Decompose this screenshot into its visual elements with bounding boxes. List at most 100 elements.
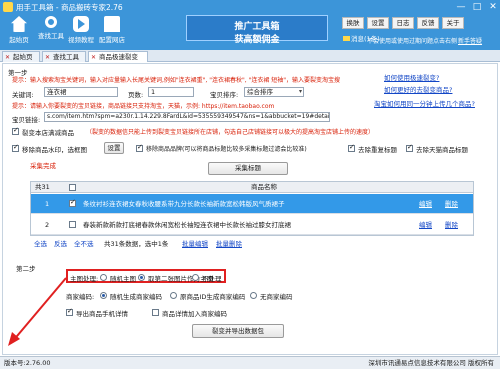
split-own-store-checkbox[interactable] (12, 126, 19, 135)
pages-label: 页数: (128, 91, 144, 99)
pages-input[interactable]: 1 (148, 87, 194, 97)
original-id-code-radio[interactable] (170, 292, 177, 299)
minimize-button[interactable]: — (454, 0, 468, 14)
second-image-main-radio[interactable] (138, 274, 145, 281)
table-row[interactable]: 1 条纹衬衫连衣裙女春秋收腰系带九分长款长袖新款宽松韩版风气质裙子 编辑 删除 (31, 194, 473, 214)
table-row[interactable]: 2 春装新款新款打底裙春款休闲宽松长袖短连衣裙中长款长袖过膝女打底裙 编辑 删除 (31, 215, 473, 235)
no-code-label: 无商家编码 (260, 293, 293, 301)
split-own-store-label: 裂变本店满减商品 (22, 129, 74, 137)
remove-tmall-label: 去除天猫商品标题 (416, 146, 468, 154)
configure-store-button[interactable]: 配置网店 (97, 16, 127, 48)
detail-code-checkbox[interactable] (152, 309, 159, 316)
tab-label: 起始页 (13, 53, 33, 61)
tab-close-icon[interactable]: ✕ (5, 53, 10, 63)
split-export-button[interactable]: 裂变并导出数据包 (192, 324, 284, 338)
banner-subtitle: 获高额佣金 (234, 35, 280, 45)
row-number: 2 (45, 221, 50, 229)
select-all-checkbox[interactable] (69, 184, 76, 191)
remove-brand-label: 移除商品品牌(可以将商品标题比较多采集标题过滤会比较准) (146, 146, 307, 153)
banner-title: 推广工具箱 (234, 22, 280, 32)
skin-button[interactable]: 换肤 (342, 17, 364, 29)
select-none-link[interactable]: 全不选 (74, 238, 94, 248)
collect-status: 采集完成 (30, 162, 56, 170)
dedupe-title-label: 去除重复标题 (358, 146, 397, 154)
home-icon (11, 16, 27, 32)
better-split-link[interactable]: 如何更好的去裂变商品? (384, 84, 452, 94)
no-code-radio[interactable] (250, 292, 257, 299)
product-name[interactable]: 条纹衬衫连衣裙女春秋收腰系带九分长款长袖新款宽松韩版风气质裙子 (83, 198, 383, 210)
selection-summary: 共31条数据，选中1条 (104, 240, 169, 248)
row-checkbox[interactable] (69, 221, 76, 228)
dedupe-title-checkbox[interactable] (348, 143, 355, 152)
edit-link[interactable]: 编辑 (419, 198, 432, 210)
tab-close-icon[interactable]: ✕ (45, 53, 50, 63)
step2-title: 第二步 (16, 265, 36, 273)
find-tools-button[interactable]: 查找工具 (36, 16, 66, 48)
delete-link[interactable]: 删除 (445, 219, 458, 231)
tab-find-tools[interactable]: ✕ 查找工具 (42, 51, 86, 62)
keyword-input[interactable]: 连衣裙 (44, 87, 118, 97)
title-bar: 用手工具箱 - 商品搬砖专家2.76 — □ ✕ (0, 0, 500, 14)
collect-titles-button[interactable]: 采集标题 (208, 162, 288, 175)
url-hint: 提示：请输入你要裂变的宝贝链接，商品链接只支持淘宝，天猫，示例: https:/… (12, 103, 275, 110)
invert-selection-link[interactable]: 反选 (54, 238, 67, 248)
mail-icon (343, 36, 350, 41)
annotation-arrow-icon (8, 277, 67, 346)
sort-select[interactable]: 综合排序 ▾ (244, 87, 304, 97)
configure-store-label: 配置网店 (99, 36, 125, 44)
find-tools-label: 查找工具 (38, 32, 64, 40)
window-title: 用手工具箱 - 商品搬砖专家2.76 (16, 2, 123, 12)
chevron-down-icon: ▾ (298, 88, 302, 95)
how-to-use-link[interactable]: 如何使用极速裂变? (384, 72, 439, 82)
table-header: 共31 商品名称 (31, 182, 473, 193)
tab-start-page[interactable]: ✕ 起始页 (2, 51, 40, 62)
promo-banner[interactable]: 推广工具箱 获高额佣金 (186, 15, 328, 45)
tab-close-icon[interactable]: ✕ (91, 53, 96, 63)
row-count-header: 共31 (35, 183, 50, 191)
about-button[interactable]: 关于 (442, 17, 464, 29)
app-logo-icon (3, 2, 13, 12)
home-button[interactable]: 起始页 (4, 16, 34, 48)
help-notice: 不会使用或使用过期问题点击右侧 (367, 38, 458, 45)
batch-edit-link[interactable]: 批量编辑 (182, 238, 208, 248)
edit-link[interactable]: 编辑 (419, 219, 432, 231)
video-tutorial-button[interactable]: 视频教程 (66, 16, 96, 48)
row-checkbox[interactable] (69, 198, 76, 207)
remove-watermark-checkbox[interactable] (12, 143, 19, 152)
remove-tmall-checkbox[interactable] (406, 143, 413, 152)
tab-label: 商品极速裂变 (99, 53, 138, 61)
delete-link[interactable]: 删除 (445, 198, 458, 210)
remove-brand-checkbox[interactable] (136, 143, 143, 152)
split-own-store-note: （裂变的数据信只能上传到裂变宝贝链接所在店铺，勾选自己店铺链接可以极大的提高淘宝… (86, 129, 375, 136)
feedback-button[interactable]: 反馈 (417, 17, 439, 29)
random-code-radio[interactable] (100, 292, 107, 299)
no-process-radio[interactable] (192, 274, 199, 281)
tab-label: 查找工具 (53, 53, 79, 61)
copyright-label: 深圳市讯通易点信息技术有限公司 版权所有 (368, 359, 494, 367)
batch-delete-link[interactable]: 批量删除 (216, 238, 242, 248)
product-name-header: 商品名称 (251, 183, 277, 191)
no-process-label: 不处理 (202, 275, 222, 283)
detail-code-label: 商品详情加入商家编码 (162, 310, 227, 318)
step1-hint: 提示：输入搜索淘宝关键词，输入对应量输入长尾关键词,例如"连衣裙重", "连衣裙… (12, 77, 341, 84)
watermark-settings-button[interactable]: 设置 (104, 142, 124, 154)
export-mobile-detail-label: 导出商品手机详情 (76, 310, 128, 318)
tab-product-split[interactable]: ✕ 商品极速裂变 (88, 51, 148, 62)
settings-button[interactable]: 设置 (367, 17, 389, 29)
sort-label: 宝贝排序: (210, 91, 239, 99)
random-main-image-label: 随机主图 (110, 275, 136, 283)
product-name[interactable]: 春装新款新款打底裙春款休闲宽松长袖短连衣裙中长款长袖过膝女打底裙 (83, 219, 383, 231)
search-icon (45, 16, 57, 28)
remove-watermark-label: 移除商品水印，选框图 (22, 146, 87, 154)
upload-speed-link[interactable]: 淘宝如何用同一分钟上传几个商品? (374, 98, 475, 108)
url-label: 宝贝链接: (12, 116, 41, 124)
random-main-image-radio[interactable] (100, 274, 107, 281)
maximize-button[interactable]: □ (470, 0, 484, 14)
outer-code-label: 商家编码: (66, 293, 95, 301)
product-url-input[interactable]: s.com/item.htm?spm=a230r.1.14.229.8FardL… (44, 112, 330, 122)
product-table: 共31 商品名称 1 条纹衬衫连衣裙女春秋收腰系带九分长款长袖新款宽松韩版风气质… (30, 181, 474, 236)
log-button[interactable]: 日志 (392, 17, 414, 29)
close-button[interactable]: ✕ (486, 0, 500, 14)
select-all-link[interactable]: 全选 (34, 238, 47, 248)
new-user-help-link[interactable]: 新手答疑 (458, 36, 482, 45)
